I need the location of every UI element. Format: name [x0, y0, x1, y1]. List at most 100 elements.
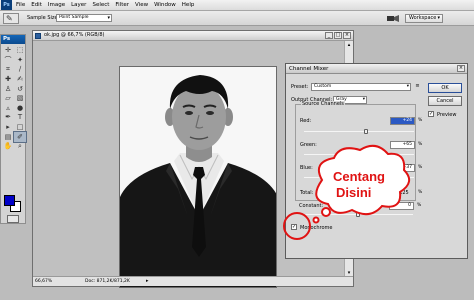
total-value: +125: [395, 190, 409, 196]
type-tool-icon[interactable]: T: [14, 113, 26, 123]
marquee-tool-icon[interactable]: ⬚: [14, 46, 26, 56]
menu-image[interactable]: Image: [48, 2, 65, 8]
menu-file[interactable]: File: [16, 2, 25, 8]
tool-preset-picker[interactable]: ✎: [3, 13, 19, 24]
preset-value: Custom: [314, 84, 332, 89]
slice-tool-icon[interactable]: ∕: [14, 65, 26, 75]
chevron-down-icon: ▾: [107, 15, 110, 21]
dodge-tool-icon[interactable]: ●: [14, 104, 26, 114]
total-percent: %: [418, 190, 423, 195]
sample-size-label: Sample Size:: [27, 15, 60, 21]
red-slider-thumb[interactable]: [363, 129, 368, 134]
dialog-title: Channel Mixer: [289, 66, 329, 72]
close-icon[interactable]: ×: [343, 32, 351, 39]
annotation-line-1: Centang: [333, 169, 385, 184]
gradient-tool-icon[interactable]: ▧: [14, 94, 26, 104]
menu-window[interactable]: Window: [154, 2, 176, 8]
menu-filter[interactable]: Filter: [115, 2, 129, 8]
preview-checkbox[interactable]: ✓: [428, 111, 434, 117]
document-title-bar[interactable]: ok.jpg @ 66,7% (RGB/8) _ □ ×: [33, 31, 353, 41]
constant-label: Constant:: [299, 203, 324, 209]
green-value-field[interactable]: +65: [390, 141, 415, 149]
scroll-up-icon[interactable]: ▴: [346, 42, 352, 48]
quick-mask-icon[interactable]: [7, 215, 19, 223]
portrait-photo: [119, 66, 277, 288]
foreground-color-swatch[interactable]: [4, 195, 15, 206]
workspace-label: Workspace: [409, 15, 437, 21]
ok-button[interactable]: OK: [428, 83, 462, 93]
maximize-icon[interactable]: □: [334, 32, 342, 39]
menu-view[interactable]: View: [135, 2, 148, 8]
monochrome-checkbox[interactable]: ✓: [291, 224, 297, 230]
brush-tool-icon[interactable]: ✍: [14, 75, 26, 85]
lasso-tool-icon[interactable]: ⌒: [2, 56, 14, 66]
healing-tool-icon[interactable]: ✚: [2, 75, 14, 85]
notes-tool-icon[interactable]: ▤: [2, 132, 14, 142]
workspace-button[interactable]: Workspace ▾: [405, 14, 443, 23]
shape-tool-icon[interactable]: □: [14, 123, 26, 133]
channel-mixer-dialog: Channel Mixer × Preset: Custom ▾ ≡ Outpu…: [285, 63, 468, 259]
window-controls: _ □ ×: [324, 32, 351, 39]
workspace-icon[interactable]: [386, 14, 400, 23]
preset-options-icon[interactable]: ≡: [414, 83, 421, 90]
eraser-tool-icon[interactable]: ▱: [2, 94, 14, 104]
constant-value-field[interactable]: 0: [389, 202, 414, 210]
zoom-tool-icon[interactable]: ⌕: [14, 142, 26, 152]
red-slider-track[interactable]: [304, 131, 414, 132]
red-value-field[interactable]: +24: [390, 117, 415, 125]
chevron-right-icon[interactable]: ▸: [146, 278, 149, 284]
preset-label: Preset:: [291, 84, 309, 90]
menu-help[interactable]: Help: [182, 2, 195, 8]
blue-percent: %: [418, 165, 423, 170]
options-bar: ✎ Sample Size: Point Sample ▾ Workspace …: [0, 11, 474, 26]
pen-tool-icon[interactable]: ✒: [2, 113, 14, 123]
cancel-button[interactable]: Cancel: [428, 96, 462, 106]
menu-edit[interactable]: Edit: [31, 2, 42, 8]
photoshop-logo-icon: Ps: [1, 0, 12, 10]
preview-label: Preview: [437, 112, 457, 118]
green-slider-track[interactable]: [304, 154, 414, 155]
minimize-icon[interactable]: _: [325, 32, 333, 39]
menu-select[interactable]: Select: [92, 2, 109, 8]
sample-size-select[interactable]: Point Sample ▾: [56, 14, 112, 22]
portrait-image: [120, 67, 276, 287]
hand-tool-icon[interactable]: ✋: [2, 142, 14, 152]
chevron-down-icon: ▾: [437, 15, 440, 21]
eyedropper-tool-icon[interactable]: ✐: [13, 131, 27, 143]
red-label: Red:: [300, 118, 312, 124]
move-tool-icon[interactable]: ✛: [2, 46, 14, 56]
path-select-tool-icon[interactable]: ▸: [2, 123, 14, 133]
menu-layer[interactable]: Layer: [71, 2, 86, 8]
blue-label: Blue:: [300, 165, 313, 171]
constant-percent: %: [417, 203, 422, 208]
monochrome-label: Monochrome: [300, 225, 333, 231]
blur-tool-icon[interactable]: ▵: [2, 104, 14, 114]
toolbox: Ps ✛ ⬚ ⌒ ✦ ⌗ ∕ ✚ ✍ ♙ ↺ ▱ ▧ ▵ ● ✒ T ▸ □ ▤…: [0, 34, 27, 224]
toolbox-header: Ps: [1, 35, 25, 44]
green-percent: %: [418, 142, 423, 147]
eyedropper-icon: ✎: [6, 14, 13, 23]
red-percent: %: [418, 118, 423, 123]
source-channels-label: Source Channels: [301, 101, 345, 107]
chevron-down-icon: ▾: [406, 84, 409, 89]
crop-tool-icon[interactable]: ⌗: [2, 65, 14, 75]
total-label: Total:: [300, 190, 314, 196]
document-title: ok.jpg @ 66,7% (RGB/8): [44, 32, 105, 38]
preset-select[interactable]: Custom ▾: [311, 83, 411, 91]
blue-value-field[interactable]: +37: [390, 164, 415, 172]
chevron-down-icon: ▾: [362, 97, 365, 102]
close-icon[interactable]: ×: [457, 65, 465, 72]
menu-bar: Ps File Edit Image Layer Select Filter V…: [0, 0, 474, 11]
annotation-line-2: Disini: [336, 185, 372, 200]
green-slider-thumb[interactable]: [374, 152, 379, 157]
constant-slider-thumb[interactable]: [356, 212, 360, 217]
quick-select-tool-icon[interactable]: ✦: [14, 56, 26, 66]
sample-size-value: Point Sample: [59, 15, 89, 20]
zoom-level-field[interactable]: 66,67%: [35, 279, 57, 285]
clone-stamp-tool-icon[interactable]: ♙: [2, 84, 14, 94]
history-brush-tool-icon[interactable]: ↺: [14, 84, 26, 94]
dialog-title-bar[interactable]: Channel Mixer ×: [286, 64, 467, 74]
status-bar: 66,67% Doc: 871,2K/871,2K ▸: [33, 276, 353, 286]
tool-grid: ✛ ⬚ ⌒ ✦ ⌗ ∕ ✚ ✍ ♙ ↺ ▱ ▧ ▵ ● ✒ T ▸ □ ▤ ✐ …: [2, 46, 27, 152]
green-label: Green:: [300, 142, 317, 148]
